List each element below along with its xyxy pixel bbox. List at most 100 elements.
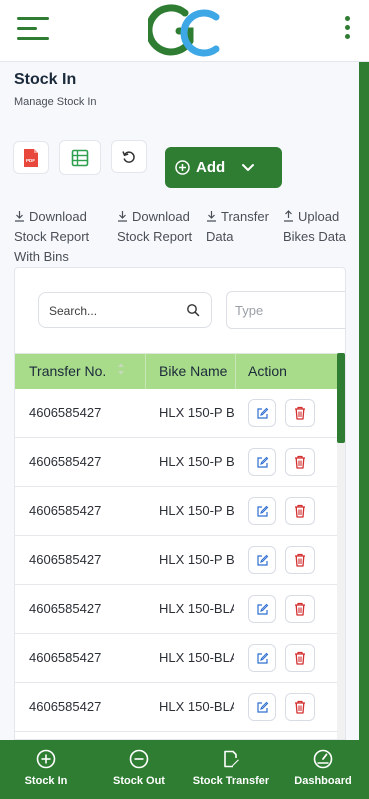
side-drawer-edge <box>359 62 369 740</box>
top-app-bar <box>0 0 369 62</box>
edit-button[interactable] <box>248 448 276 476</box>
trash-icon <box>295 602 305 616</box>
transfer-no-cell: 4606585427 <box>29 552 102 567</box>
bottom-navigation: Stock In Stock Out Stock Transfer Dashbo… <box>0 740 369 799</box>
table-row[interactable]: 4606585427 HLX 150-BLACK <box>15 683 345 732</box>
delete-button[interactable] <box>285 497 315 525</box>
kebab-icon[interactable] <box>342 16 352 40</box>
link-text: Transfer <box>221 209 269 224</box>
nav-label: Dashboard <box>294 775 352 787</box>
minus-circle-icon <box>129 749 149 769</box>
edit-icon <box>256 407 268 419</box>
stock-table-card: Type Transfer No. Bike Name Action 46065… <box>14 267 346 740</box>
edit-button[interactable] <box>248 595 276 623</box>
download-icon <box>207 211 216 222</box>
download-stock-report-with-bins-link[interactable]: Download Stock Report With Bins <box>14 207 89 267</box>
bike-name-cell: HLX 150-P Blue <box>159 454 234 469</box>
transfer-no-cell: 4606585427 <box>29 601 102 616</box>
search-input[interactable] <box>49 302 179 320</box>
transfer-no-cell: 4606585427 <box>29 454 102 469</box>
trash-icon <box>295 553 305 567</box>
hamburger-icon[interactable] <box>17 17 49 41</box>
table-row[interactable]: 4606585427 HLX 150-P Blue <box>15 389 345 438</box>
transfer-no-cell: 4606585427 <box>29 650 102 665</box>
nav-stock-in[interactable]: Stock In <box>16 740 76 799</box>
nav-label: Stock In <box>24 775 68 787</box>
table-row[interactable]: 4606585427 HLX 150-BLACK <box>15 585 345 634</box>
delete-button[interactable] <box>285 644 315 672</box>
search-icon <box>187 304 200 317</box>
nav-dashboard[interactable]: Dashboard <box>292 740 354 799</box>
plus-circle-icon <box>36 749 56 769</box>
spreadsheet-icon <box>71 149 89 166</box>
bike-name-cell: HLX 150-P Blue <box>159 552 234 567</box>
table-row[interactable]: 4606585427 HLX 150-BLACK <box>15 634 345 683</box>
edit-icon <box>256 505 268 517</box>
edit-button[interactable] <box>248 497 276 525</box>
refresh-button[interactable] <box>111 140 147 173</box>
type-select-placeholder: Type <box>235 303 264 318</box>
refresh-icon <box>122 150 135 163</box>
gc-logo <box>148 4 220 57</box>
link-text: With Bins <box>14 249 69 264</box>
transfer-no-cell: 4606585427 <box>29 503 102 518</box>
add-button[interactable]: Add <box>165 147 282 188</box>
export-excel-button[interactable] <box>59 140 101 175</box>
nav-stock-transfer[interactable]: Stock Transfer <box>190 740 272 799</box>
column-header-bike-name[interactable]: Bike Name <box>159 363 227 379</box>
nav-label: Stock Transfer <box>192 775 270 787</box>
edit-icon <box>256 652 268 664</box>
nav-stock-out[interactable]: Stock Out <box>108 740 170 799</box>
gauge-icon <box>313 749 333 769</box>
link-text: Data <box>206 229 234 244</box>
type-select[interactable]: Type <box>226 291 345 329</box>
bike-name-cell: HLX 150-BLACK <box>159 601 234 616</box>
download-icon <box>15 211 24 222</box>
column-header-transfer-no[interactable]: Transfer No. <box>29 363 106 379</box>
trash-icon <box>295 700 305 714</box>
table-row[interactable]: 4606585427 HLX 150-P Blue <box>15 536 345 585</box>
link-text: Download <box>132 209 190 224</box>
upload-icon <box>284 210 293 222</box>
bike-name-cell: HLX 150-BLACK <box>159 699 234 714</box>
link-text: Bikes Data <box>283 229 346 244</box>
search-field[interactable] <box>38 292 212 328</box>
bike-name-cell: HLX 150-P Blue <box>159 405 234 420</box>
download-stock-report-link[interactable]: Download Stock Report <box>117 207 192 247</box>
edit-button[interactable] <box>248 644 276 672</box>
chevron-down-icon <box>242 163 255 171</box>
link-text: Stock Report <box>117 229 193 244</box>
edit-icon <box>256 456 268 468</box>
upload-bikes-data-link[interactable]: Upload Bikes Data <box>283 207 346 247</box>
delete-button[interactable] <box>285 546 315 574</box>
link-text: Upload <box>298 209 340 224</box>
edit-button[interactable] <box>248 546 276 574</box>
trash-icon <box>295 504 305 518</box>
transfer-data-link[interactable]: Transfer Data <box>206 207 269 247</box>
edit-button[interactable] <box>248 693 276 721</box>
page-subtitle: Manage Stock In <box>14 96 97 108</box>
edit-icon <box>256 701 268 713</box>
delete-button[interactable] <box>285 595 315 623</box>
edit-icon <box>256 554 268 566</box>
column-divider <box>145 354 146 390</box>
export-pdf-button[interactable]: PDF <box>13 141 49 174</box>
table-row[interactable]: 4606585427 HLX 150-P Blue <box>15 487 345 536</box>
pdf-label: PDF <box>26 158 35 163</box>
bike-name-cell: HLX 150-P Blue <box>159 503 234 518</box>
delete-button[interactable] <box>285 693 315 721</box>
column-divider <box>235 354 236 390</box>
link-text: Download <box>29 209 87 224</box>
sort-icon[interactable] <box>117 362 125 376</box>
delete-button[interactable] <box>285 448 315 476</box>
delete-button[interactable] <box>285 399 315 427</box>
pdf-file-icon: PDF <box>24 148 38 167</box>
link-text: Stock Report <box>14 229 90 244</box>
table-row[interactable]: 4606585427 HLX 150-P Blue <box>15 438 345 487</box>
edit-icon <box>256 603 268 615</box>
transfer-no-cell: 4606585427 <box>29 699 102 714</box>
edit-button[interactable] <box>248 399 276 427</box>
table-scrollbar-thumb[interactable] <box>337 353 345 443</box>
nav-label: Stock Out <box>113 775 165 787</box>
column-header-action: Action <box>248 363 287 379</box>
